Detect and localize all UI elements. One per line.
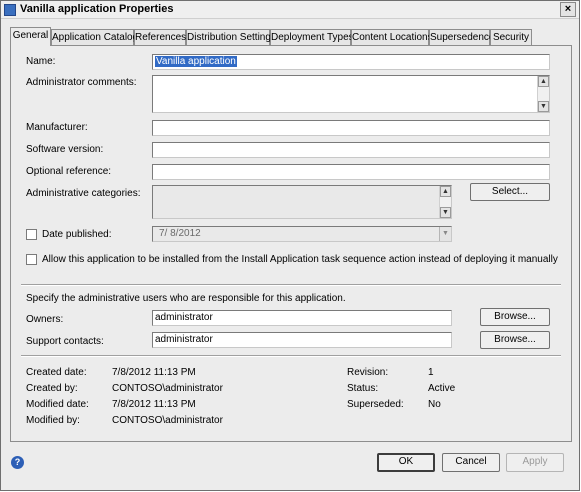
- close-button[interactable]: ×: [560, 2, 576, 17]
- modified-by-value: CONTOSO\administrator: [112, 415, 223, 426]
- support-contacts-browse-button[interactable]: Browse...: [480, 331, 550, 349]
- name-value: Vanilla application: [155, 56, 237, 67]
- apply-button[interactable]: Apply: [506, 453, 564, 472]
- general-tab-panel: Name: Vanilla application Administrator …: [10, 45, 572, 442]
- admin-users-instructions: Specify the administrative users who are…: [26, 293, 346, 304]
- status-label: Status:: [347, 383, 379, 394]
- admin-categories-list[interactable]: ▲ ▼: [152, 185, 452, 219]
- created-date-value: 7/8/2012 11:13 PM: [112, 367, 196, 378]
- superseded-value: No: [428, 399, 441, 410]
- scroll-up-icon[interactable]: ▲: [440, 186, 451, 197]
- tab-distribution-settings[interactable]: Distribution Settings: [186, 29, 276, 45]
- created-date-label: Created date:: [26, 367, 87, 378]
- name-label: Name:: [26, 56, 56, 67]
- status-value: Active: [428, 383, 456, 394]
- owners-label: Owners:: [26, 314, 64, 325]
- admin-comments-scrollbar[interactable]: ▲ ▼: [537, 76, 549, 112]
- allow-task-sequence-checkbox[interactable]: [26, 254, 37, 265]
- modified-date-value: 7/8/2012 11:13 PM: [112, 399, 196, 410]
- divider: [21, 355, 561, 357]
- scroll-down-icon[interactable]: ▼: [440, 207, 451, 218]
- name-field[interactable]: Vanilla application: [152, 54, 550, 70]
- optional-reference-field[interactable]: [152, 164, 550, 180]
- tab-references[interactable]: References: [134, 29, 186, 45]
- superseded-label: Superseded:: [347, 399, 404, 410]
- app-window-icon: [4, 4, 16, 16]
- date-published-picker[interactable]: 7/ 8/2012 ▼: [152, 226, 452, 242]
- optional-reference-label: Optional reference:: [26, 166, 112, 177]
- title-bar: Vanilla application Properties ×: [1, 1, 579, 19]
- admin-categories-label: Administrative categories:: [26, 188, 141, 199]
- help-icon[interactable]: ?: [11, 456, 24, 469]
- cancel-button[interactable]: Cancel: [442, 453, 500, 472]
- divider: [21, 284, 561, 286]
- manufacturer-field[interactable]: [152, 120, 550, 136]
- modified-date-label: Modified date:: [26, 399, 89, 410]
- properties-dialog: Vanilla application Properties × General…: [0, 0, 580, 491]
- admin-comments-label: Administrator comments:: [26, 77, 137, 88]
- select-categories-button[interactable]: Select...: [470, 183, 550, 201]
- date-published-label: Date published:: [42, 229, 112, 240]
- manufacturer-label: Manufacturer:: [26, 122, 88, 133]
- revision-label: Revision:: [347, 367, 389, 378]
- date-published-checkbox[interactable]: [26, 229, 37, 240]
- created-by-label: Created by:: [26, 383, 78, 394]
- scroll-down-icon[interactable]: ▼: [538, 101, 549, 112]
- tab-general[interactable]: General: [10, 27, 51, 46]
- modified-by-label: Modified by:: [26, 415, 80, 426]
- revision-value: 1: [428, 367, 434, 378]
- window-title: Vanilla application Properties: [20, 3, 174, 15]
- tab-deployment-types[interactable]: Deployment Types: [270, 29, 354, 45]
- allow-task-sequence-label: Allow this application to be installed f…: [42, 254, 558, 265]
- software-version-field[interactable]: [152, 142, 550, 158]
- admin-comments-field[interactable]: ▲ ▼: [152, 75, 550, 113]
- software-version-label: Software version:: [26, 144, 104, 155]
- chevron-down-icon[interactable]: ▼: [439, 227, 451, 241]
- support-contacts-label: Support contacts:: [26, 336, 104, 347]
- created-by-value: CONTOSO\administrator: [112, 383, 223, 394]
- date-published-value: 7/ 8/2012: [159, 228, 201, 239]
- scroll-up-icon[interactable]: ▲: [538, 76, 549, 87]
- ok-button[interactable]: OK: [377, 453, 435, 472]
- tab-content-locations[interactable]: Content Locations: [351, 29, 433, 45]
- tab-supersedence[interactable]: Supersedence: [429, 29, 495, 45]
- owners-browse-button[interactable]: Browse...: [480, 308, 550, 326]
- owners-field[interactable]: administrator: [152, 310, 452, 326]
- admin-categories-scrollbar[interactable]: ▲ ▼: [439, 186, 451, 218]
- tab-security[interactable]: Security: [490, 29, 532, 45]
- tab-application-catalog[interactable]: Application Catalog: [51, 29, 138, 45]
- support-contacts-field[interactable]: administrator: [152, 332, 452, 348]
